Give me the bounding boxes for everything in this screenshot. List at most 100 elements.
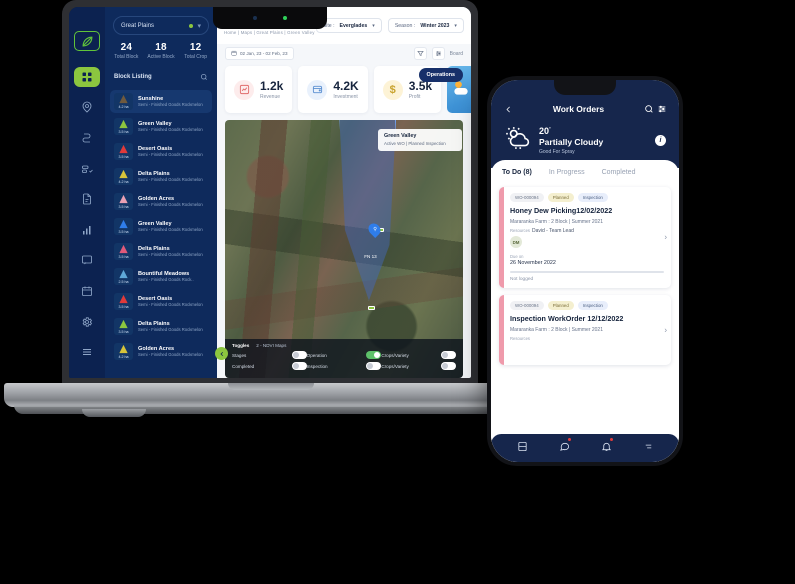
- list-item[interactable]: 3.5 ha Green Valley Semi - Finished Goods …: [110, 215, 212, 238]
- tab-ndvi-maps[interactable]: 2 - NDVI Maps: [256, 343, 286, 348]
- sidebar-item-locations[interactable]: [74, 98, 100, 118]
- sidebar-item-analytics[interactable]: [74, 220, 100, 240]
- block-thumbnail: 3.5 ha: [114, 118, 133, 135]
- list-item[interactable]: 3.5 ha Desert Oasis Semi - Finished Goods …: [110, 290, 212, 313]
- block-thumbnail: 4.2 ha: [114, 343, 133, 360]
- filter-icon[interactable]: [413, 47, 427, 60]
- work-order-meta: Mararanka Farm : 2 Block | Summer 2021: [510, 219, 603, 225]
- toggle-row[interactable]: Crops/Variety: [381, 351, 456, 359]
- block-subtitle: Semi - Finished Goods Rockmelon: [138, 127, 203, 132]
- kpi-value: 18: [155, 42, 167, 53]
- toggle-switch[interactable]: [291, 351, 307, 359]
- work-order-title: Honey Dew Picking12/02/2022: [510, 206, 613, 215]
- block-area: 3.5 ha: [118, 155, 129, 159]
- stat-value: 4.2K: [333, 79, 359, 93]
- sidebar-item-dashboard[interactable]: [74, 67, 100, 87]
- sliders-icon[interactable]: [655, 104, 668, 114]
- more-icon[interactable]: [643, 439, 654, 457]
- progress-bar: [510, 271, 664, 273]
- block-meta: Desert Oasis Semi - Finished Goods Rockme…: [138, 296, 203, 307]
- list-item[interactable]: 4.2 ha Golden Acres Semi - Finished Goods …: [110, 340, 212, 363]
- laptop-screen: Great Plains ▾ 24 Total Block 18 Active …: [69, 7, 471, 378]
- chat-icon[interactable]: [559, 438, 571, 457]
- bell-icon[interactable]: [601, 438, 613, 457]
- map-toggles-panel: Toggles 2 - NDVI Maps Stages Operation Cro…: [225, 339, 463, 378]
- kpi-row: 24 Total Block 18 Active Block 12 Total …: [105, 35, 217, 66]
- phone-device: Work Orders 20° Partially Cloudy Good Fo…: [487, 76, 683, 466]
- block-subtitle: Semi - Finished Goods Rockmelon: [138, 227, 203, 232]
- stat-value: 1.2k: [260, 79, 284, 93]
- search-icon[interactable]: [200, 68, 208, 86]
- list-item[interactable]: 3.5 ha Delta Plains Semi - Finished Goods …: [110, 315, 212, 338]
- block-list[interactable]: 4.2 ha Sunshine Semi - Finished Goods Rock…: [105, 90, 217, 378]
- work-order-tabs: To Do (8) In Progress Completed: [491, 160, 679, 182]
- list-item[interactable]: 3.5 ha Desert Oasis Semi - Finished Goods …: [110, 140, 212, 163]
- type-badge: Inspection: [577, 300, 608, 310]
- toggle-row[interactable]: Inspection: [307, 362, 382, 370]
- list-item[interactable]: 2.5 ha Bountiful Meadows Semi - Finished G…: [110, 265, 212, 288]
- map-toggle-tabs: Toggles 2 - NDVI Maps: [232, 343, 456, 348]
- tab-to-do[interactable]: To Do (8): [502, 169, 532, 182]
- date-range-picker[interactable]: 02 Jan, 23 - 02 Feb, 23: [225, 47, 294, 60]
- sidebar-collapse-button[interactable]: [215, 347, 228, 360]
- work-order-id-chip: WO-000094: [510, 300, 544, 310]
- toggle-row[interactable]: Operation: [307, 351, 382, 359]
- board-label: Board: [449, 50, 463, 57]
- sidebar-item-menu[interactable]: [74, 342, 100, 362]
- search-icon[interactable]: [642, 104, 655, 114]
- block-thumbnail: 3.5 ha: [114, 218, 133, 235]
- type-badge: Inspection: [577, 193, 608, 202]
- toggle-switch[interactable]: [440, 351, 456, 359]
- toggle-switch[interactable]: [366, 351, 382, 359]
- tab-in-progress[interactable]: In Progress: [549, 169, 585, 182]
- list-item[interactable]: 4.2 ha Sunshine Semi - Finished Goods Rock…: [110, 90, 212, 113]
- board-icon[interactable]: [517, 439, 528, 457]
- kpi-label: Total Block: [114, 54, 139, 60]
- toggle-row[interactable]: Crops/Variety: [381, 362, 456, 370]
- main-content: Dashboard Home | Maps | Great Plains | G…: [217, 7, 471, 378]
- chevron-down-icon: ▾: [372, 22, 375, 29]
- block-area: 3.5 ha: [118, 205, 129, 209]
- farm-map[interactable]: ⚲ FN 13 Green Valley Active WO | Planned…: [225, 120, 463, 378]
- toggle-switch[interactable]: [366, 362, 382, 370]
- toggle-label: Operation: [306, 352, 327, 358]
- wallet-icon: [307, 79, 328, 100]
- toggle-switch[interactable]: [291, 362, 307, 370]
- info-icon[interactable]: i: [655, 135, 666, 146]
- season-select[interactable]: Season : Winter 2023 ▾: [387, 18, 464, 33]
- sliders-icon[interactable]: [431, 47, 445, 60]
- list-item[interactable]: 3.5 ha Green Valley Semi - Finished Goods …: [110, 115, 212, 138]
- block-area: 3.5 ha: [118, 255, 129, 259]
- block-area: 4.2 ha: [118, 105, 129, 109]
- toggle-label: Completed: [232, 363, 255, 369]
- chevron-left-icon[interactable]: [502, 105, 515, 114]
- sidebar-item-messages[interactable]: [74, 251, 100, 271]
- toggle-row[interactable]: Completed: [232, 362, 307, 370]
- map-tag-marker[interactable]: [367, 305, 375, 310]
- block-listing-title: Block Listing: [114, 74, 152, 80]
- work-order-card[interactable]: WO-000094 Planned Inspection Inspection …: [499, 294, 671, 365]
- work-order-card[interactable]: WO-000094 Planned Inspection Honey Dew P…: [499, 187, 671, 288]
- sidebar-item-documents[interactable]: [74, 189, 100, 209]
- laptop-base: [4, 383, 537, 407]
- list-item[interactable]: 3.5 ha Delta Plains Semi - Finished Goods …: [110, 240, 212, 263]
- toggle-switch[interactable]: [440, 362, 456, 370]
- sidebar-item-tasks[interactable]: [74, 159, 100, 179]
- list-item[interactable]: 4.2 ha Delta Plains Semi - Finished Goods …: [110, 165, 212, 188]
- sidebar-item-routes[interactable]: [74, 128, 100, 148]
- laptop-lid: Great Plains ▾ 24 Total Block 18 Active …: [62, 0, 478, 390]
- sidebar-item-settings[interactable]: [74, 312, 100, 332]
- block-area: 3.5 ha: [118, 305, 129, 309]
- chevron-right-icon[interactable]: ›: [664, 233, 667, 242]
- tab-completed[interactable]: Completed: [602, 169, 636, 182]
- chevron-right-icon[interactable]: ›: [664, 325, 667, 334]
- toggle-row[interactable]: Stages: [232, 351, 307, 359]
- block-thumbnail: 2.5 ha: [114, 268, 133, 285]
- phone-body: Work Orders 20° Partially Cloudy Good Fo…: [487, 76, 683, 466]
- sidebar-item-calendar[interactable]: [74, 281, 100, 301]
- operations-button[interactable]: Operations: [418, 68, 463, 82]
- status-badge: Planned: [547, 193, 574, 202]
- tab-toggles[interactable]: Toggles: [232, 343, 249, 348]
- farm-select[interactable]: Great Plains ▾: [113, 16, 209, 35]
- list-item[interactable]: 3.5 ha Golden Acres Semi - Finished Goods …: [110, 190, 212, 213]
